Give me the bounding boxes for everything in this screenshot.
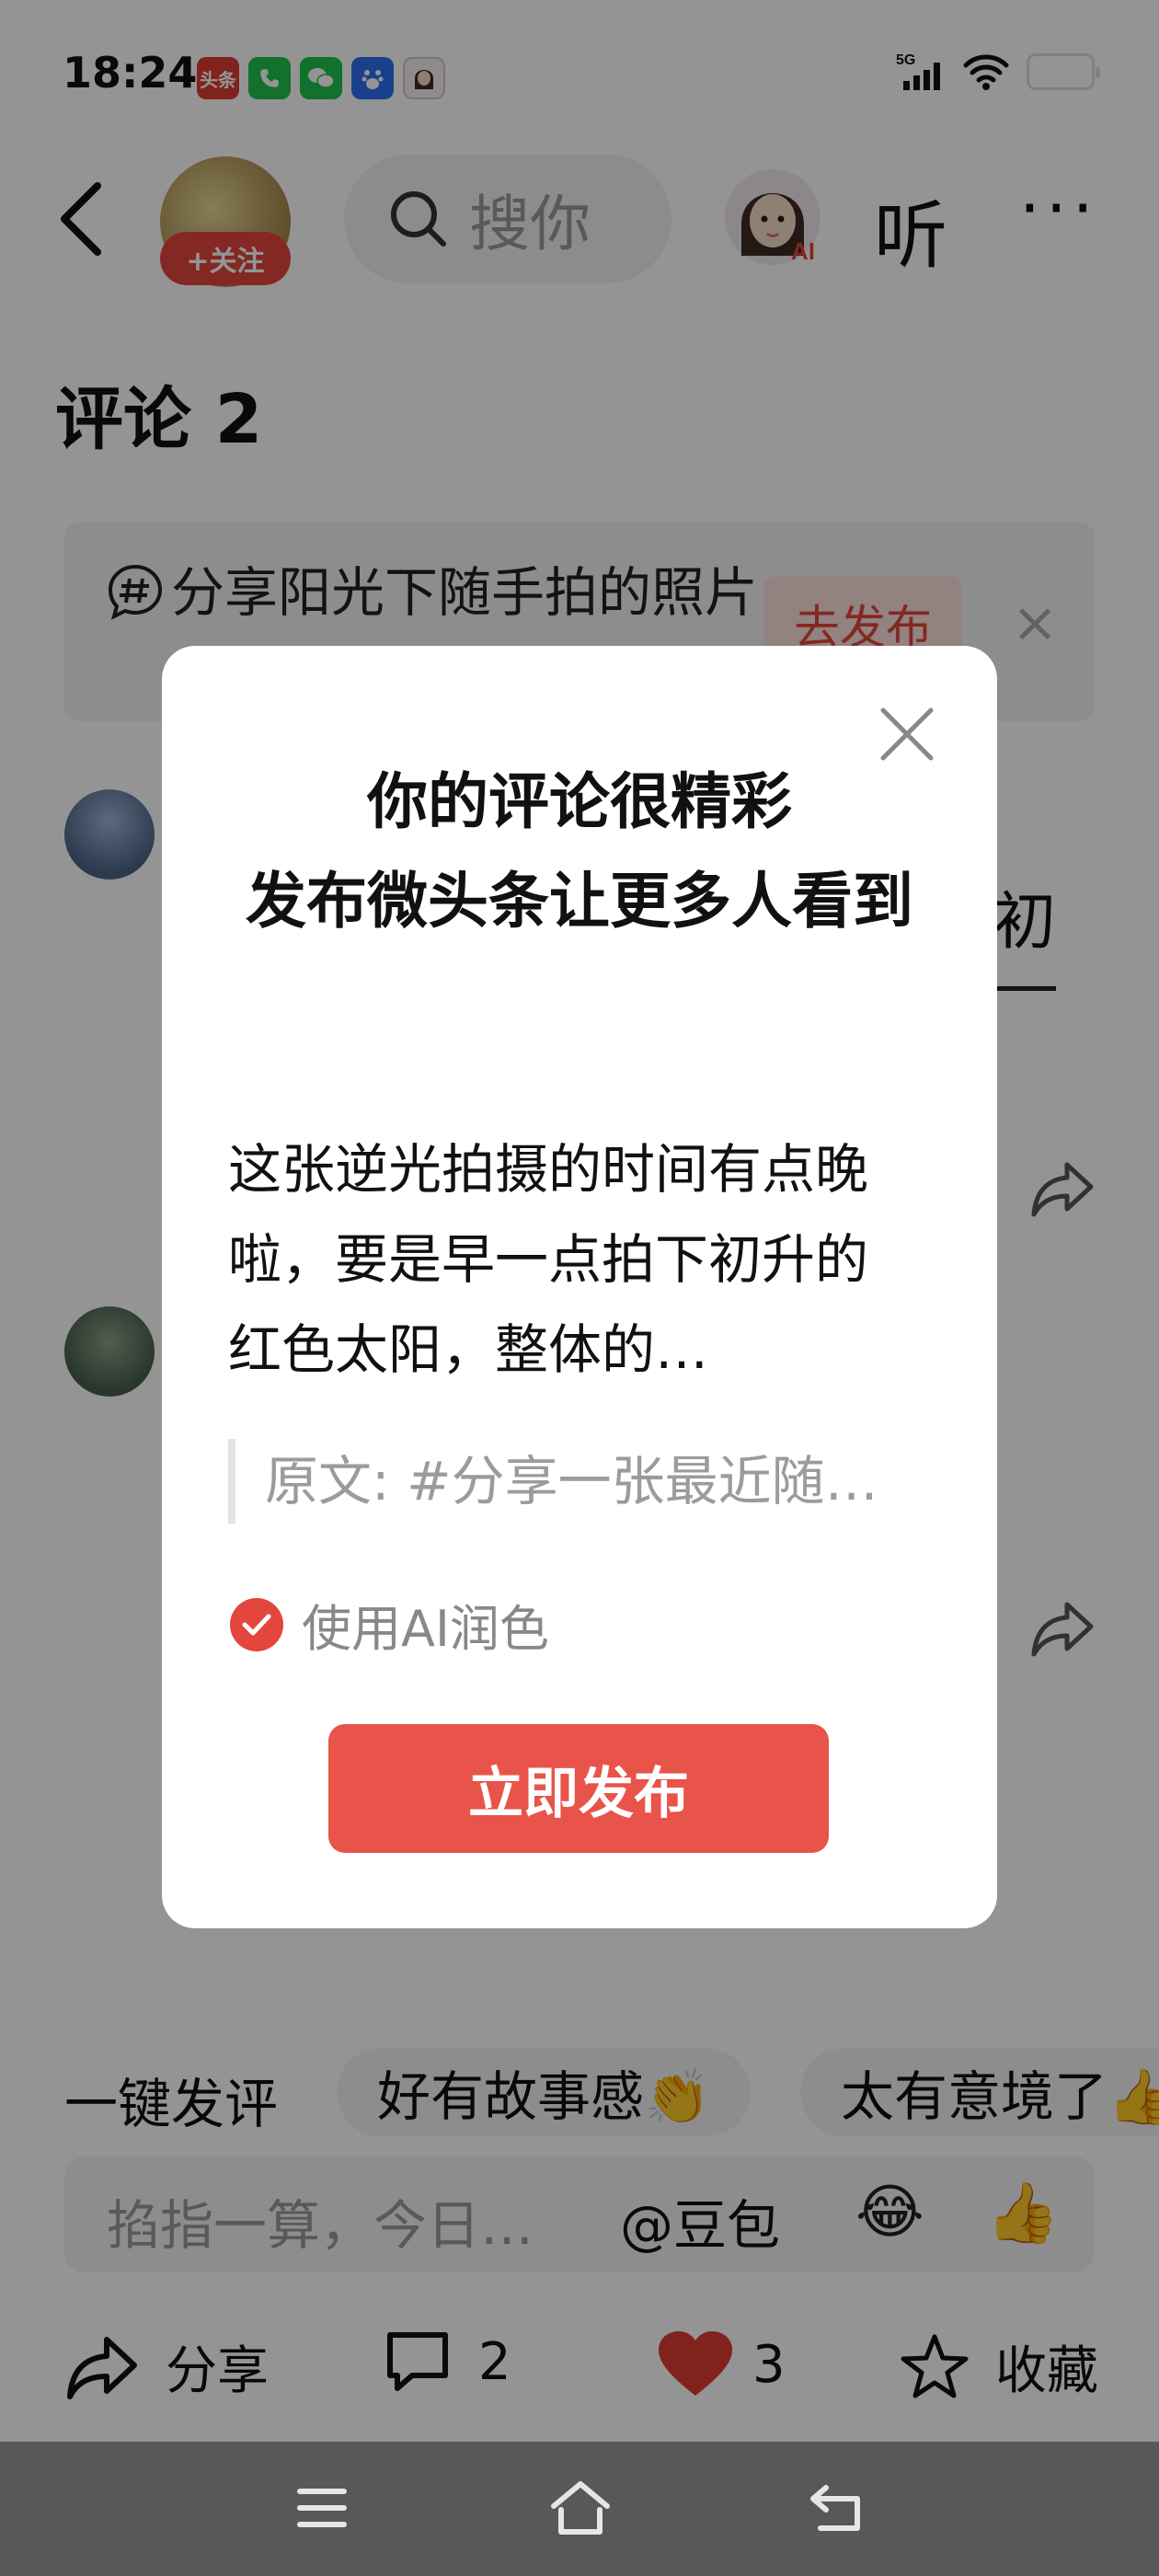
dialog-title-line1: 你的评论很精彩 <box>367 766 792 837</box>
back-nav-icon[interactable] <box>806 2480 866 2536</box>
dialog-polished-text: 这张逆光拍摄的时间有点晚啦，要是早一点拍下初升的红色太阳，整体的… <box>228 1138 869 1381</box>
ai-polish-checkbox[interactable]: 使用AI润色 <box>230 1588 549 1661</box>
ai-polish-label: 使用AI润色 <box>302 1600 549 1658</box>
publish-now-button[interactable]: 立即发布 <box>328 1724 829 1853</box>
menu-icon[interactable] <box>294 2484 350 2532</box>
dialog-title-line2: 发布微头条让更多人看到 <box>246 866 913 937</box>
dialog-title: 你的评论很精彩 发布微头条让更多人看到 <box>199 753 960 951</box>
publish-dialog: 你的评论很精彩 发布微头条让更多人看到 这张逆光拍摄的时间有点晚啦，要是早一点拍… <box>162 646 997 1928</box>
dialog-original-quote: 原文: #分享一张最近随… <box>228 1439 946 1524</box>
system-navigation-bar <box>0 2442 1159 2576</box>
home-icon[interactable] <box>548 2478 613 2536</box>
checkbox-checked-icon <box>230 1597 283 1651</box>
